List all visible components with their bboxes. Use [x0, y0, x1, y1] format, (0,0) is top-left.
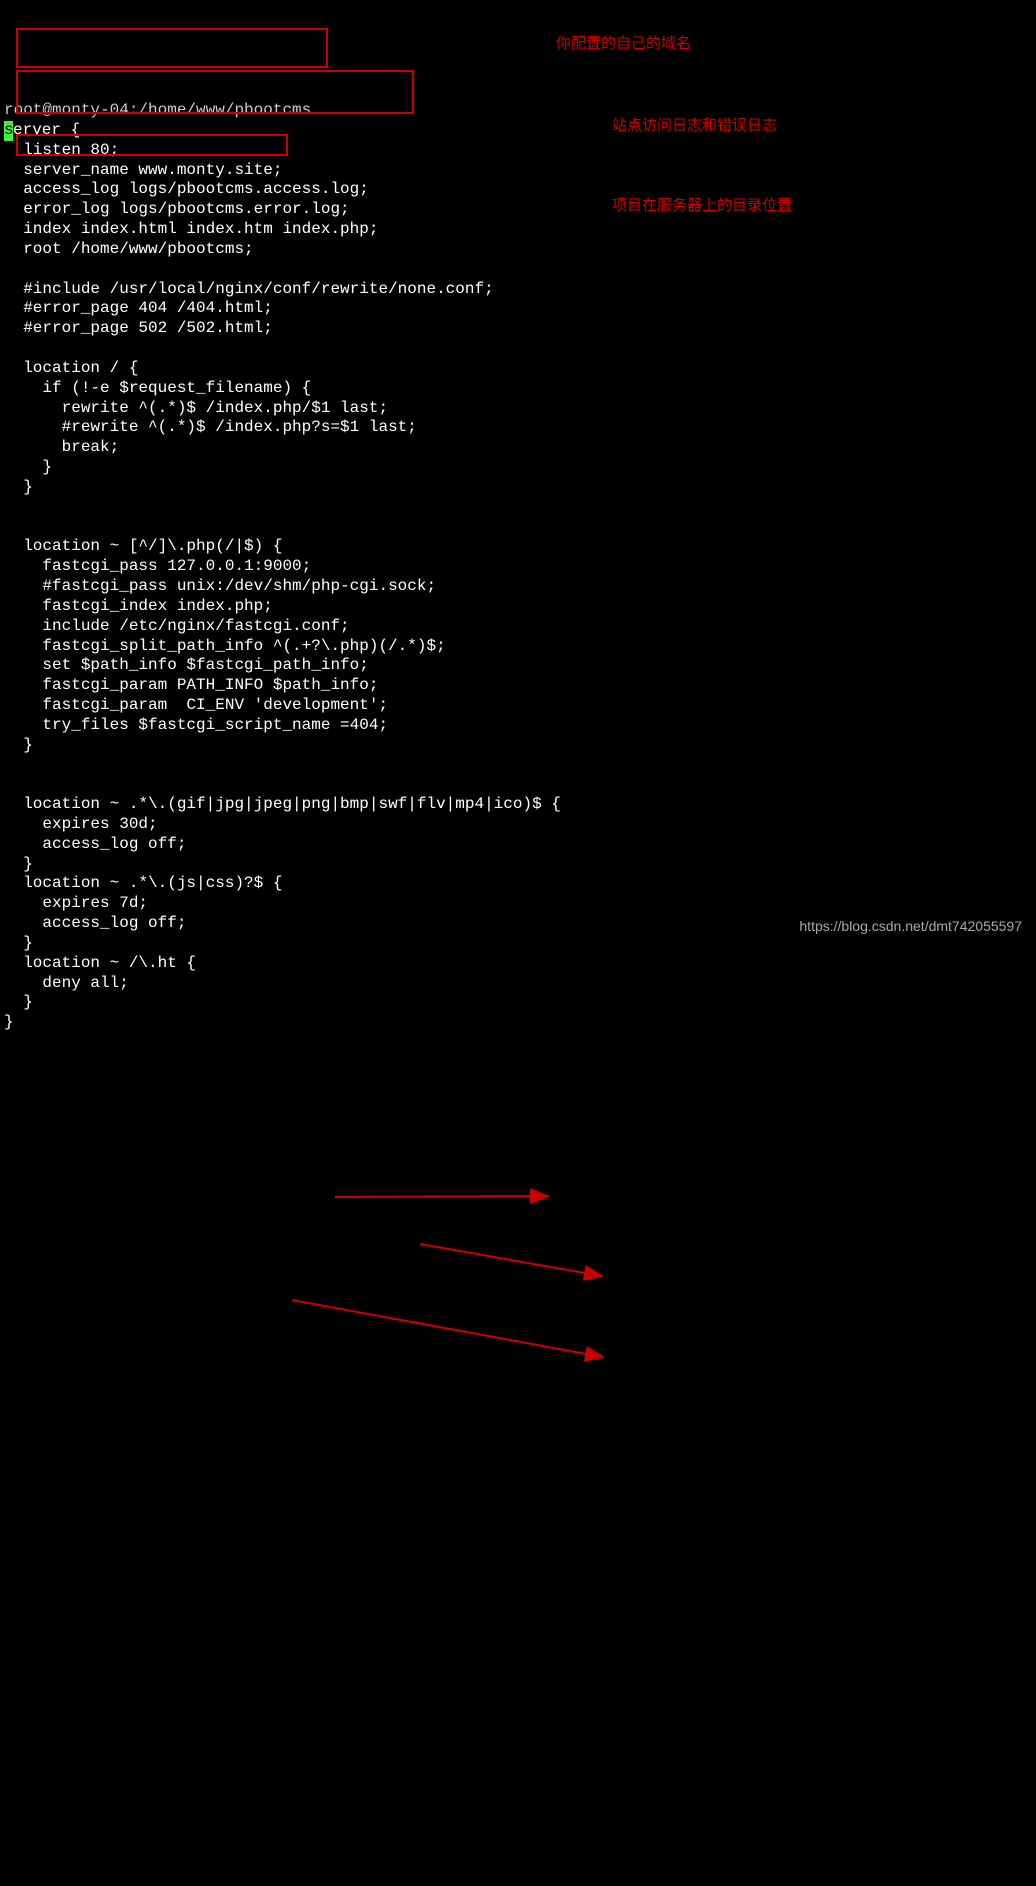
arrow-icon — [420, 1244, 602, 1276]
code-line: } — [4, 736, 33, 754]
code-line: fastcgi_split_path_info ^(.+?\.php)(/.*)… — [4, 637, 446, 655]
code-line: try_files $fastcgi_script_name =404; — [4, 716, 388, 734]
code-line: if (!-e $request_filename) { — [4, 379, 311, 397]
code-line: listen 80; — [4, 141, 119, 159]
code-line: access_log logs/pbootcms.access.log; — [4, 180, 369, 198]
code-line: expires 30d; — [4, 815, 158, 833]
code-line: } — [4, 478, 33, 496]
code-line: include /etc/nginx/fastcgi.conf; — [4, 617, 350, 635]
annotation-domain: 你配置的自己的域名 — [556, 35, 691, 54]
code-line: break; — [4, 438, 119, 456]
code-line: } — [4, 1013, 14, 1031]
code-line: access_log off; — [4, 835, 186, 853]
cursor: s — [4, 121, 13, 141]
code-line: } — [4, 458, 52, 476]
code-line: #error_page 502 /502.html; — [4, 319, 273, 337]
code-line: fastcgi_index index.php; — [4, 597, 273, 615]
highlight-box-server-name — [16, 28, 328, 68]
annotation-arrows — [0, 1152, 1036, 1886]
code-line: fastcgi_param CI_ENV 'development'; — [4, 696, 388, 714]
code-line: index index.html index.htm index.php; — [4, 220, 378, 238]
code-line: } — [4, 993, 33, 1011]
code-line: access_log off; — [4, 914, 186, 932]
terminal-view: root@monty-04:/home/www/pbootcms server … — [0, 81, 1036, 1033]
code-line: fastcgi_param PATH_INFO $path_info; — [4, 676, 378, 694]
arrow-icon — [335, 1196, 548, 1197]
code-line: error_log logs/pbootcms.error.log; — [4, 200, 350, 218]
prompt-line: root@monty-04:/home/www/pbootcms — [4, 101, 311, 119]
code-line: #include /usr/local/nginx/conf/rewrite/n… — [4, 280, 494, 298]
code-line: #rewrite ^(.*)$ /index.php?s=$1 last; — [4, 418, 417, 436]
code-line: #error_page 404 /404.html; — [4, 299, 273, 317]
code-line: #fastcgi_pass unix:/dev/shm/php-cgi.sock… — [4, 577, 436, 595]
annotation-root: 项目在服务器上的目录位置 — [612, 197, 792, 216]
code-line: rewrite ^(.*)$ /index.php/$1 last; — [4, 399, 388, 417]
code-line: location ~ .*\.(gif|jpg|jpeg|png|bmp|swf… — [4, 795, 561, 813]
code-line: location ~ /\.ht { — [4, 954, 196, 972]
code-line: location ~ [^/]\.php(/|$) { — [4, 537, 282, 555]
code-line: fastcgi_pass 127.0.0.1:9000; — [4, 557, 311, 575]
code-line: expires 7d; — [4, 894, 148, 912]
code-line: location / { — [4, 359, 138, 377]
arrow-icon — [292, 1300, 603, 1357]
code-line: set $path_info $fastcgi_path_info; — [4, 656, 369, 674]
code-line: root /home/www/pbootcms; — [4, 240, 254, 258]
annotation-logs: 站点访问日志和错误日志 — [612, 117, 777, 136]
code-line: server_name www.monty.site; — [4, 161, 282, 179]
code-line: location ~ .*\.(js|css)?$ { — [4, 874, 282, 892]
watermark: https://blog.csdn.net/dmt742055597 — [799, 918, 1022, 935]
code-line: erver { — [13, 121, 80, 139]
code-line: } — [4, 855, 33, 873]
code-line: deny all; — [4, 974, 129, 992]
